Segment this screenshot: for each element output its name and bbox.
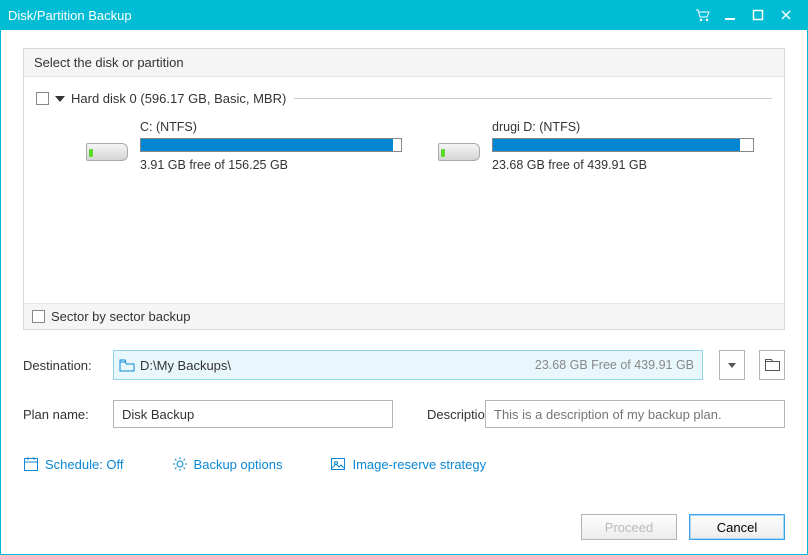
- destination-path: D:\My Backups\: [140, 358, 535, 373]
- disk-selection-panel: Select the disk or partition Hard disk 0…: [23, 48, 785, 330]
- panel-header: Select the disk or partition: [24, 49, 784, 77]
- divider: [294, 98, 772, 99]
- cancel-button[interactable]: Cancel: [689, 514, 785, 540]
- destination-field[interactable]: D:\My Backups\ 23.68 GB Free of 439.91 G…: [113, 350, 703, 380]
- backup-options-label: Backup options: [194, 457, 283, 472]
- gear-icon: [172, 456, 188, 472]
- proceed-button: Proceed: [581, 514, 677, 540]
- usage-bar: [140, 138, 402, 152]
- schedule-label: Schedule: Off: [45, 457, 124, 472]
- destination-row: Destination: D:\My Backups\ 23.68 GB Fre…: [23, 350, 785, 380]
- plan-name-input[interactable]: [113, 400, 393, 428]
- partition-item[interactable]: drugi D: (NTFS) 23.68 GB free of 439.91 …: [438, 120, 754, 172]
- destination-free: 23.68 GB Free of 439.91 GB: [535, 358, 702, 372]
- backup-options-link[interactable]: Backup options: [172, 456, 283, 472]
- options-links: Schedule: Off Backup options Image-reser…: [23, 456, 785, 472]
- partition-name: C: (NTFS): [140, 120, 402, 134]
- close-icon[interactable]: [772, 9, 800, 21]
- disk-label: Hard disk 0 (596.17 GB, Basic, MBR): [71, 91, 286, 106]
- image-reserve-label: Image-reserve strategy: [352, 457, 486, 472]
- folder-icon: [114, 359, 140, 372]
- usage-bar: [492, 138, 754, 152]
- disk-checkbox[interactable]: [36, 92, 49, 105]
- disk-row[interactable]: Hard disk 0 (596.17 GB, Basic, MBR): [36, 91, 772, 106]
- drive-icon: [86, 131, 128, 161]
- schedule-link[interactable]: Schedule: Off: [23, 456, 124, 472]
- window-title: Disk/Partition Backup: [8, 8, 688, 23]
- partition-free: 23.68 GB free of 439.91 GB: [492, 158, 754, 172]
- expand-icon[interactable]: [55, 96, 65, 102]
- partition-item[interactable]: C: (NTFS) 3.91 GB free of 156.25 GB: [86, 120, 402, 172]
- plan-row: Plan name: Description:: [23, 400, 785, 428]
- partition-list: C: (NTFS) 3.91 GB free of 156.25 GB drug…: [36, 106, 772, 172]
- sector-backup-label: Sector by sector backup: [51, 309, 190, 324]
- cart-icon[interactable]: [688, 9, 716, 22]
- description-label: Description:: [403, 407, 475, 422]
- calendar-icon: [23, 456, 39, 472]
- sector-backup-checkbox[interactable]: [32, 310, 45, 323]
- image-reserve-link[interactable]: Image-reserve strategy: [330, 456, 486, 472]
- maximize-icon[interactable]: [744, 9, 772, 21]
- partition-free: 3.91 GB free of 156.25 GB: [140, 158, 402, 172]
- plan-name-label: Plan name:: [23, 407, 103, 422]
- destination-label: Destination:: [23, 358, 103, 373]
- titlebar: Disk/Partition Backup: [0, 0, 808, 30]
- image-icon: [330, 456, 346, 472]
- footer-buttons: Proceed Cancel: [581, 514, 785, 540]
- destination-dropdown-button[interactable]: [719, 350, 745, 380]
- drive-icon: [438, 131, 480, 161]
- browse-button[interactable]: [759, 350, 785, 380]
- partition-name: drugi D: (NTFS): [492, 120, 754, 134]
- description-input[interactable]: [485, 400, 785, 428]
- minimize-icon[interactable]: [716, 9, 744, 21]
- panel-footer: Sector by sector backup: [24, 303, 784, 329]
